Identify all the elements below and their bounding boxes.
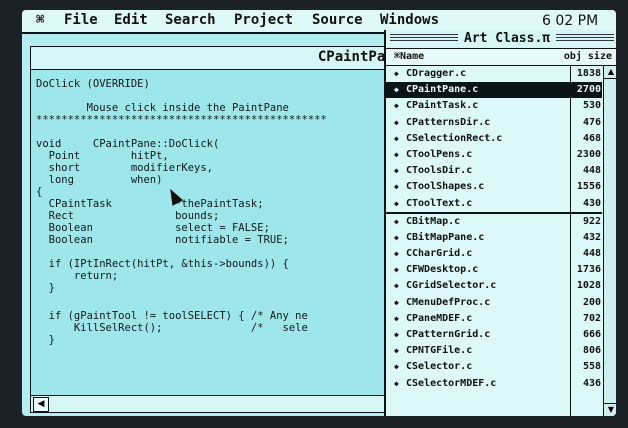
code-line: void CPaintPane::DoClick( [36, 138, 220, 150]
file-row[interactable]: ◆ CPatternsDir.c 476 [386, 115, 602, 131]
file-row[interactable]: ◆ CToolText.c 430 [386, 196, 602, 212]
project-title: Art Class.π [458, 30, 557, 48]
file-row[interactable]: ◆ CPaneMDEF.c 702 [386, 311, 602, 327]
menu-project[interactable]: Project [234, 12, 293, 28]
code-line: Rect bounds; [36, 210, 220, 222]
code-line: Point hitPt, [36, 150, 169, 162]
code-line: Mouse click inside the PaintPane [36, 102, 289, 114]
code-line: if (IPtInRect(hitPt, &this->bounds)) { [36, 258, 289, 270]
file-row[interactable]: ◆ CToolPens.c 2300 [386, 147, 602, 163]
menu-edit[interactable]: Edit [114, 12, 148, 28]
menu-clock: 6 02 PM [542, 13, 599, 29]
project-window[interactable]: Art Class.π ⌘Name obj size ◆ CDragger.c 18… [384, 30, 616, 416]
file-row[interactable]: ◆ CDragger.c 1838 [386, 66, 602, 82]
file-row[interactable]: ◆ CSelector.c 558 [386, 359, 602, 375]
file-row[interactable]: ◆ CBitMap.c 922 [386, 211, 602, 230]
file-row[interactable]: ◆ CToolsDir.c 448 [386, 163, 602, 179]
code-line: Boolean notifiable = TRUE; [36, 234, 289, 246]
file-row[interactable]: ◆ CPNTGFile.c 806 [386, 343, 602, 359]
file-row[interactable]: ◆ CMenuDefProc.c 200 [386, 295, 602, 311]
file-row[interactable]: ◆ CFWDesktop.c 1736 [386, 262, 602, 278]
code-text-area[interactable]: DoClick (OVERRIDE) Mouse click inside th… [31, 70, 423, 390]
horizontal-scrollbar[interactable]: ◀ [31, 395, 423, 412]
code-line: long when) [36, 174, 163, 186]
project-file-list: ◆ CDragger.c 1838 ◆ CPaintPane.c 2700 ◆ CPain… [386, 66, 602, 392]
menu-search[interactable]: Search [165, 12, 216, 28]
code-line: CPaintTask *thePaintTask; [36, 198, 264, 210]
vertical-scrollbar[interactable]: ▲ ▼ [603, 66, 616, 416]
menu-windows[interactable]: Windows [380, 12, 439, 28]
code-line: } [36, 282, 55, 294]
apple-menu-icon[interactable]: ⌘ [36, 12, 44, 28]
size-column-header[interactable]: obj size [564, 51, 612, 62]
file-row[interactable]: ◆ CSelectionRect.c 468 [386, 131, 602, 147]
name-column-header[interactable]: ⌘Name [394, 51, 424, 62]
code-line: } [36, 334, 55, 346]
scroll-down-arrow-icon[interactable]: ▼ [604, 403, 616, 416]
scroll-left-arrow-icon[interactable]: ◀ [33, 397, 49, 412]
file-row[interactable]: ◆ CPatternGrid.c 666 [386, 327, 602, 343]
menu-source[interactable]: Source [312, 12, 363, 28]
project-title-bar[interactable]: Art Class.π [386, 30, 616, 49]
code-line: { [36, 186, 43, 198]
editor-title-bar[interactable]: CPaintPane.c [31, 47, 423, 70]
code-line: Boolean select = FALSE; [36, 222, 270, 234]
scroll-up-arrow-icon[interactable]: ▲ [604, 66, 616, 79]
source-editor-window[interactable]: CPaintPane.c DoClick (OVERRIDE) Mouse cl… [30, 46, 424, 413]
menu-file[interactable]: File [64, 12, 98, 28]
mac-desktop: ⌘ File Edit Search Project Source Window… [22, 10, 616, 416]
code-line: if (gPaintTool != toolSELECT) { /* Any n… [36, 310, 308, 322]
code-line: short modifierKeys, [36, 162, 214, 174]
file-row[interactable]: ◆ CBitMapPane.c 432 [386, 230, 602, 246]
code-line: KillSelRect(); /* sele [36, 322, 308, 334]
file-row[interactable]: ◆ CSelectorMDEF.c 436 [386, 376, 602, 392]
file-row-selected[interactable]: ◆ CPaintPane.c 2700 [386, 82, 602, 99]
code-line: DoClick (OVERRIDE) [36, 78, 150, 90]
file-row[interactable]: ◆ CGridSelector.c 1028 [386, 278, 602, 294]
code-line: return; [36, 270, 119, 282]
project-column-header: ⌘Name obj size [386, 49, 616, 66]
code-line: ****************************************… [36, 114, 327, 126]
file-row[interactable]: ◆ CCharGrid.c 448 [386, 246, 602, 262]
file-row[interactable]: ◆ CToolShapes.c 1556 [386, 179, 602, 195]
file-row[interactable]: ◆ CPaintTask.c 530 [386, 98, 602, 114]
